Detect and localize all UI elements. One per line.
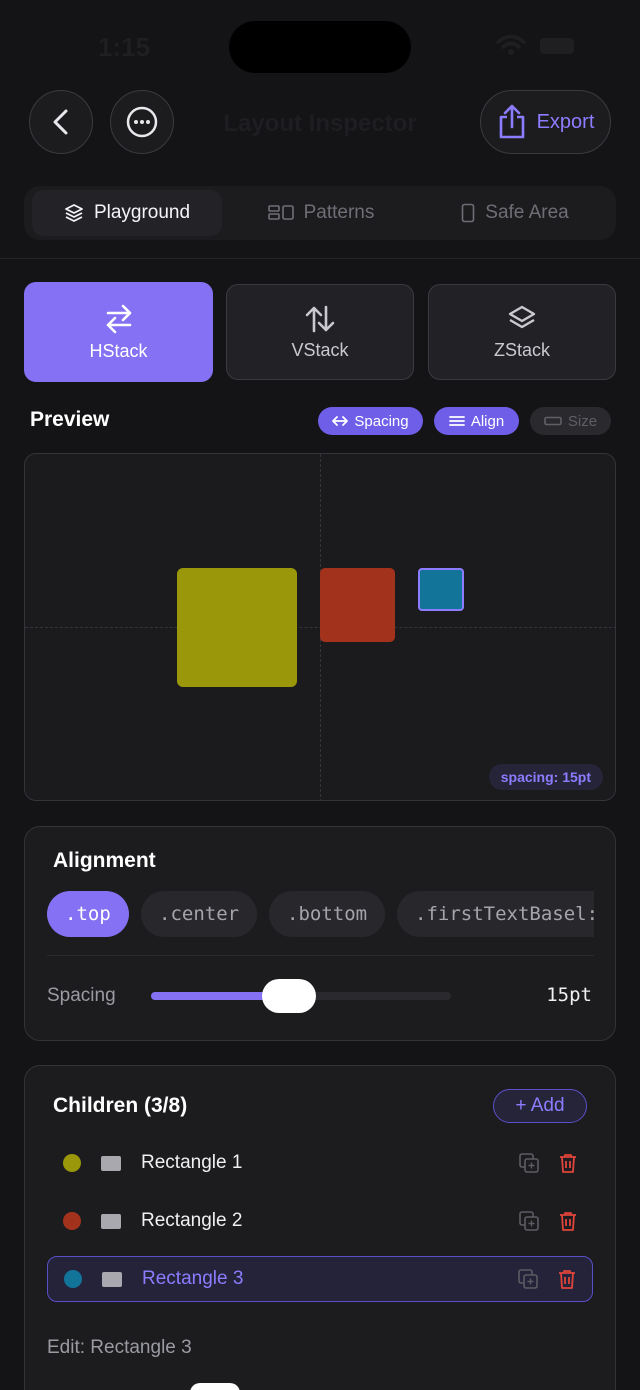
tab-safe-area[interactable]: Safe Area — [420, 190, 610, 236]
status-time: 1:15 — [98, 32, 151, 62]
stack-option-vstack[interactable]: VStack — [226, 284, 414, 380]
patterns-icon — [267, 205, 294, 220]
child-label: Rectangle 3 — [142, 1268, 244, 1289]
tab-label: Playground — [93, 202, 191, 223]
alignment-option-bottom[interactable]: .bottom — [269, 891, 386, 937]
tab-patterns[interactable]: Patterns — [226, 190, 416, 236]
toggle-align[interactable]: Align — [434, 407, 519, 435]
color-dot — [63, 1212, 81, 1230]
phone-icon — [461, 203, 475, 223]
alignment-title: Alignment — [53, 849, 156, 872]
preview-shape-rectangle-1[interactable] — [177, 568, 297, 687]
export-button[interactable]: Export — [480, 90, 611, 154]
spacing-slider-thumb[interactable] — [262, 979, 316, 1013]
child-label: Rectangle 2 — [141, 1210, 243, 1231]
preview-canvas: spacing: 15pt — [24, 453, 616, 801]
tab-label: Patterns — [303, 202, 375, 223]
spacing-slider-track[interactable] — [151, 979, 451, 1013]
duplicate-icon[interactable] — [519, 1153, 539, 1173]
add-child-button[interactable]: + Add — [493, 1089, 587, 1123]
stack-option-hstack[interactable]: HStack — [24, 282, 213, 382]
app-root: 1:15 Layout Inspector Export Playground … — [0, 0, 640, 1390]
color-dot — [63, 1154, 81, 1172]
alignment-option-top[interactable]: .top — [47, 891, 129, 937]
wifi-icon — [496, 34, 526, 55]
preview-shape-rectangle-2[interactable] — [320, 568, 395, 642]
layers-icon — [508, 305, 536, 328]
rectangle-icon — [101, 1155, 121, 1171]
ruler-icon — [544, 416, 562, 426]
preview-shape-rectangle-3[interactable] — [418, 568, 464, 611]
trash-icon[interactable] — [558, 1269, 576, 1289]
spacing-label: Spacing — [47, 985, 116, 1006]
alignment-option-first-text-baseline[interactable]: .firstTextBasel: — [397, 891, 594, 937]
trash-icon[interactable] — [559, 1211, 577, 1231]
alignment-options: .top .center .bottom .firstTextBasel: — [47, 880, 594, 950]
child-row-rectangle-1[interactable]: Rectangle 1 — [47, 1140, 593, 1186]
preview-title: Preview — [30, 408, 110, 431]
dynamic-island — [229, 21, 411, 73]
lines-icon — [448, 416, 465, 426]
tab-label: Safe Area — [485, 202, 569, 223]
battery-icon — [540, 38, 574, 54]
layers-icon — [65, 204, 83, 222]
children-title: Children (3/8) — [53, 1094, 188, 1117]
rectangle-icon — [101, 1213, 121, 1229]
spacing-value: 15pt — [546, 984, 592, 1006]
stack-label: HStack — [89, 340, 148, 361]
child-row-rectangle-2[interactable]: Rectangle 2 — [47, 1198, 593, 1244]
toggle-spacing[interactable]: Spacing — [318, 407, 423, 435]
spacing-badge: spacing: 15pt — [488, 764, 603, 790]
export-label: Export — [536, 110, 595, 133]
alignment-option-center[interactable]: .center — [141, 891, 258, 937]
child-row-rectangle-3[interactable]: Rectangle 3 — [47, 1256, 593, 1302]
divider — [47, 955, 594, 956]
divider — [0, 258, 640, 259]
tab-playground[interactable]: Playground — [32, 190, 222, 236]
duplicate-icon[interactable] — [518, 1269, 538, 1289]
stack-label: ZStack — [493, 339, 550, 360]
child-label: Rectangle 1 — [141, 1152, 243, 1173]
toggle-size[interactable]: Size — [530, 407, 611, 435]
mode-segmented-control: Playground Patterns Safe Area — [24, 186, 616, 240]
stack-option-zstack[interactable]: ZStack — [428, 284, 616, 380]
stack-label: VStack — [291, 339, 349, 360]
arrows-horizontal-icon — [332, 416, 349, 426]
toggle-label: Spacing — [354, 412, 409, 430]
rectangle-icon — [102, 1271, 122, 1287]
color-dot — [64, 1270, 82, 1288]
share-icon — [499, 104, 524, 139]
trash-icon[interactable] — [559, 1153, 577, 1173]
toggle-label: Align — [470, 412, 505, 430]
toggle-label: Size — [567, 412, 598, 430]
arrows-up-down-icon — [305, 305, 335, 332]
edit-slider-thumb[interactable] — [190, 1383, 240, 1390]
duplicate-icon[interactable] — [519, 1211, 539, 1231]
arrows-left-right-icon — [106, 304, 131, 333]
edit-label: Edit: Rectangle 3 — [47, 1337, 192, 1358]
